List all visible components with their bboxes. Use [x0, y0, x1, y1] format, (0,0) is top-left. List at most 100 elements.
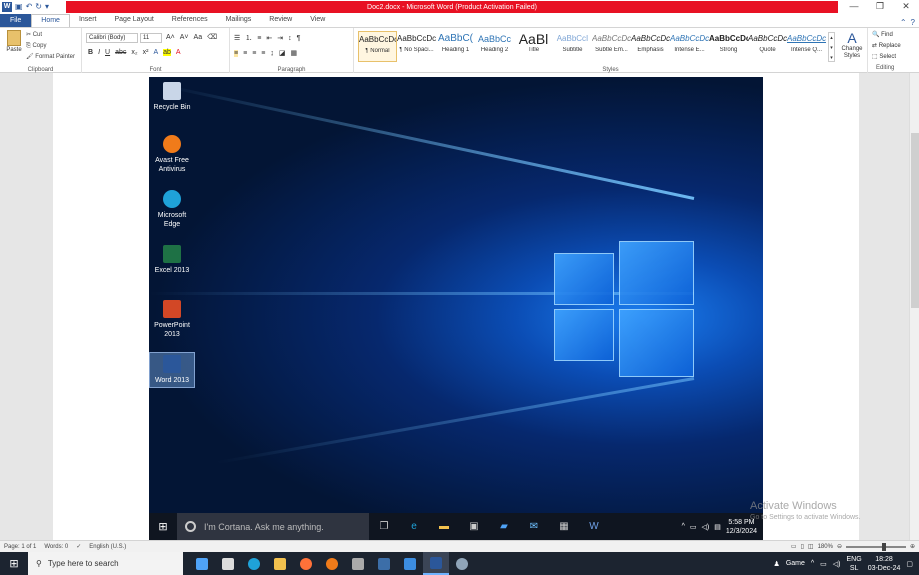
taskbar-app-gray[interactable]	[345, 552, 371, 575]
sort-icon[interactable]: ↕	[288, 35, 292, 42]
zoom-in-icon[interactable]: ⊕	[910, 543, 915, 550]
desktop-icon-edge[interactable]: Microsoft Edge	[149, 188, 195, 229]
language-indicator[interactable]: ENG SL	[847, 555, 862, 573]
style-strong[interactable]: AaBbCcDc Strong	[709, 31, 748, 62]
align-left-icon[interactable]: ≡	[234, 49, 239, 57]
borders-icon[interactable]: ▦	[291, 49, 298, 57]
save-icon[interactable]: ▣	[15, 1, 23, 12]
desktop-icon-word[interactable]: Word 2013	[149, 352, 195, 388]
volume-icon[interactable]: ◁)	[702, 523, 710, 531]
shrink-font-icon[interactable]: A˅	[180, 34, 189, 41]
replace-button[interactable]: ⇄ Replace	[872, 41, 901, 52]
taskbar-app-mail[interactable]	[189, 552, 215, 575]
shading-icon[interactable]: ◪	[279, 49, 286, 57]
customize-qat-icon[interactable]: ▾	[45, 1, 49, 12]
style-quote[interactable]: AaBbCcDc Quote	[748, 31, 787, 62]
taskbar-app-firefox[interactable]	[293, 552, 319, 575]
tab-view[interactable]: View	[301, 14, 334, 27]
desktop-icon-recycle-bin[interactable]: Recycle Bin	[149, 80, 195, 112]
font-size-select[interactable]: 11	[140, 33, 162, 43]
proofing-icon[interactable]: ✓	[76, 543, 81, 550]
style-normal[interactable]: AaBbCcDc ¶ Normal	[358, 31, 397, 62]
clock[interactable]: 18:28 03-Dec-24	[868, 555, 901, 573]
tab-file[interactable]: File	[0, 14, 32, 27]
underline-icon[interactable]: U	[105, 49, 110, 56]
numbering-icon[interactable]: ⒈	[245, 33, 252, 43]
undo-icon[interactable]: ↶	[26, 1, 33, 12]
tab-references[interactable]: References	[163, 14, 217, 27]
style-intense-emphasis[interactable]: AaBbCcDc Intense E...	[670, 31, 709, 62]
action-center-icon[interactable]: ▢	[906, 560, 913, 568]
paste-button[interactable]: Paste	[4, 30, 24, 53]
strikethrough-icon[interactable]: abc	[115, 49, 126, 56]
find-button[interactable]: 🔍 Find	[872, 30, 901, 41]
view-print-layout-icon[interactable]: ▭	[791, 543, 797, 550]
taskbar-app-explorer[interactable]	[267, 552, 293, 575]
style-heading-2[interactable]: AaBbCc Heading 2	[475, 31, 514, 62]
align-right-icon[interactable]: ≡	[252, 50, 256, 57]
style-emphasis[interactable]: AaBbCcDc Emphasis	[631, 31, 670, 62]
help-icon[interactable]: ?	[911, 18, 915, 27]
superscript-icon[interactable]: x²	[143, 49, 149, 56]
page-count[interactable]: Page: 1 of 1	[4, 544, 36, 550]
decrease-indent-icon[interactable]: ⇤	[266, 34, 272, 42]
grow-font-icon[interactable]: A˄	[166, 34, 175, 41]
tab-home[interactable]: Home	[31, 14, 70, 27]
change-case-icon[interactable]: Aa	[194, 34, 203, 41]
text-effects-icon[interactable]: A	[153, 49, 158, 56]
language[interactable]: English (U.S.)	[89, 544, 126, 550]
desktop-icon-powerpoint[interactable]: PowerPoint 2013	[149, 298, 195, 339]
tab-page-layout[interactable]: Page Layout	[105, 14, 162, 27]
game-label[interactable]: Game	[786, 560, 805, 567]
subscript-icon[interactable]: x₂	[131, 49, 137, 56]
desktop-icon-avast[interactable]: Avast Free Antivirus	[149, 133, 195, 174]
word-count[interactable]: Words: 0	[44, 544, 68, 550]
taskbar-app-word[interactable]	[423, 552, 449, 575]
tray-chevron-icon[interactable]: ^	[811, 560, 814, 567]
pilcrow-icon[interactable]: ¶	[297, 35, 301, 42]
change-styles-button[interactable]: A Change Styles	[838, 30, 866, 60]
game-icon[interactable]: ♟	[774, 560, 780, 568]
line-spacing-icon[interactable]: ↨	[270, 50, 274, 57]
inner-start-icon[interactable]: ⊞	[149, 520, 177, 533]
start-icon[interactable]: ⊞	[0, 557, 28, 570]
italic-icon[interactable]: I	[98, 49, 100, 56]
taskbar-app-steam[interactable]	[371, 552, 397, 575]
notification-icon[interactable]: ▤	[714, 523, 721, 531]
restore-button[interactable]: ❐	[867, 0, 893, 13]
bullets-icon[interactable]: ☰	[234, 34, 240, 42]
format-painter-button[interactable]: 🖌 Format Painter	[26, 52, 75, 63]
task-view-icon[interactable]: ❐	[369, 521, 399, 532]
taskbar-app-edge[interactable]	[241, 552, 267, 575]
styles-scroll[interactable]: ▴ ▾ ▾	[828, 32, 835, 62]
taskbar-app-tool[interactable]	[449, 552, 475, 575]
bold-icon[interactable]: B	[88, 49, 93, 56]
scroll-thumb[interactable]	[911, 133, 919, 308]
vertical-scrollbar[interactable]	[909, 73, 919, 540]
edge-taskbar-icon[interactable]: e	[399, 521, 429, 532]
mail-icon[interactable]: ✉	[519, 521, 549, 532]
taskbar-app-paint[interactable]	[397, 552, 423, 575]
style-subtitle[interactable]: AaBbCcI Subtitle	[553, 31, 592, 62]
style-no-spacing[interactable]: AaBbCcDc ¶ No Spaci...	[397, 31, 436, 62]
volume-icon[interactable]: ◁)	[833, 560, 841, 568]
desktop-icon-excel[interactable]: Excel 2013	[149, 243, 195, 275]
taskbar-app-store[interactable]	[215, 552, 241, 575]
align-center-icon[interactable]: ≡	[243, 50, 247, 57]
style-subtle-emphasis[interactable]: AaBbCcDc Subtle Em...	[592, 31, 631, 62]
justify-icon[interactable]: ≡	[261, 50, 265, 57]
zoom-slider-handle[interactable]	[881, 542, 886, 551]
font-name-select[interactable]: Calibri (Body)	[86, 33, 138, 43]
style-intense-quote[interactable]: AaBbCcDc Intense Q...	[787, 31, 826, 62]
zoom-level[interactable]: 180%	[818, 544, 833, 550]
style-heading-1[interactable]: AaBbC( Heading 1	[436, 31, 475, 62]
taskbar-search[interactable]: ⚲ Type here to search	[28, 552, 183, 575]
tab-review[interactable]: Review	[260, 14, 301, 27]
network-icon[interactable]: ▭	[690, 523, 697, 531]
copy-button[interactable]: ⎘ Copy	[26, 41, 75, 52]
word-taskbar-icon[interactable]: W	[579, 521, 609, 532]
view-full-screen-icon[interactable]: ▯	[801, 543, 804, 550]
select-button[interactable]: ⬚ Select	[872, 52, 901, 63]
multilevel-list-icon[interactable]: ≡	[257, 35, 261, 42]
minimize-ribbon-icon[interactable]: ⌃	[900, 18, 907, 27]
